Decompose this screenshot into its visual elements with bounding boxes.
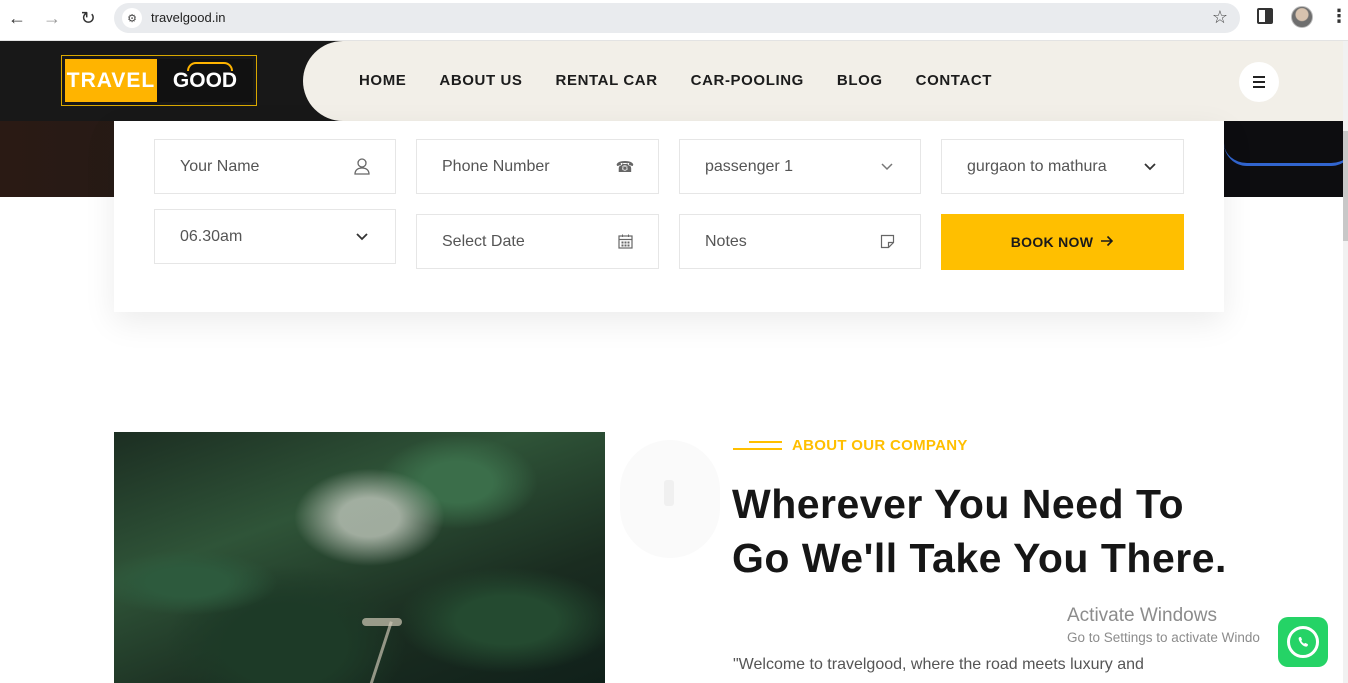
- about-intro: "Welcome to travelgood, where the road m…: [733, 656, 1144, 673]
- nav-rental-car[interactable]: RENTAL CAR: [556, 72, 658, 89]
- logo-inner: TRAVEL GOOD: [65, 59, 253, 102]
- back-arrow-icon[interactable]: ←: [5, 6, 29, 30]
- forest-photo: [114, 432, 605, 683]
- address-bar[interactable]: ⚙ travelgood.in ☆: [114, 3, 1240, 33]
- book-now-button[interactable]: BOOK NOW: [941, 214, 1184, 270]
- bookmark-star-icon[interactable]: ☆: [1212, 7, 1228, 28]
- site-info-icon[interactable]: ⚙: [122, 8, 142, 28]
- time-select[interactable]: 06.30am: [154, 209, 396, 264]
- logo-travel-text: TRAVEL: [65, 59, 157, 102]
- notes-placeholder: Notes: [705, 232, 747, 250]
- decorative-badge: [620, 440, 720, 558]
- activate-windows-watermark: Activate Windows Go to Settings to activ…: [1067, 605, 1260, 645]
- site-header: TRAVEL GOOD HOME ABOUT US RENTAL CAR CAR…: [0, 41, 1348, 121]
- passenger-value: passenger 1: [705, 157, 794, 175]
- user-icon: [353, 158, 371, 176]
- phone-placeholder: Phone Number: [442, 157, 550, 175]
- nav-car-pooling[interactable]: CAR-POOLING: [691, 72, 804, 89]
- lamp-post: [368, 621, 393, 683]
- name-placeholder: Your Name: [180, 157, 260, 175]
- nav-home[interactable]: HOME: [359, 72, 406, 89]
- car-outline-icon: [187, 62, 233, 71]
- date-placeholder: Select Date: [442, 232, 525, 250]
- nav-blog[interactable]: BLOG: [837, 72, 883, 89]
- page-scrollbar[interactable]: [1343, 41, 1348, 683]
- calendar-icon: [616, 233, 634, 251]
- main-nav: HOME ABOUT US RENTAL CAR CAR-POOLING BLO…: [359, 72, 992, 89]
- activate-title: Activate Windows: [1067, 605, 1217, 626]
- logo-good-text: GOOD: [157, 59, 253, 102]
- arrow-right-icon: [1101, 234, 1114, 250]
- phone-icon: ☎: [615, 158, 635, 176]
- profile-avatar[interactable]: [1291, 6, 1313, 28]
- time-value: 06.30am: [180, 227, 243, 245]
- logo-good-label: GOOD: [172, 68, 238, 92]
- notes-field[interactable]: Notes: [679, 214, 921, 269]
- name-field[interactable]: Your Name: [154, 139, 396, 194]
- passenger-select[interactable]: passenger 1: [679, 139, 921, 194]
- date-field[interactable]: Select Date: [416, 214, 659, 269]
- route-value: gurgaon to mathura: [967, 157, 1107, 175]
- chevron-down-icon: [353, 228, 371, 246]
- browser-menu-icon[interactable]: ⋮: [1330, 6, 1348, 27]
- site-logo[interactable]: TRAVEL GOOD: [61, 55, 257, 106]
- eyebrow-text: ABOUT OUR COMPANY: [792, 437, 968, 454]
- whatsapp-icon: [1287, 626, 1319, 658]
- nav-contact[interactable]: CONTACT: [916, 72, 992, 89]
- reload-icon[interactable]: ↻: [76, 6, 100, 30]
- note-icon: [878, 233, 896, 251]
- whatsapp-button[interactable]: [1278, 617, 1328, 667]
- side-panel-icon[interactable]: [1257, 8, 1273, 24]
- section-eyebrow: ABOUT OUR COMPANY: [733, 437, 968, 454]
- hamburger-menu-icon[interactable]: [1239, 62, 1279, 102]
- about-headline: Wherever You Need To Go We'll Take You T…: [732, 481, 1227, 581]
- nav-about-us[interactable]: ABOUT US: [439, 72, 522, 89]
- chevron-down-icon: [878, 158, 896, 176]
- eyebrow-lines-icon: [733, 441, 782, 450]
- chevron-down-icon: [1141, 158, 1159, 176]
- hero-car-image: [1224, 121, 1343, 197]
- lamp-head: [362, 618, 402, 626]
- activate-subtitle: Go to Settings to activate Windo: [1067, 630, 1260, 645]
- book-now-label: BOOK NOW: [1010, 234, 1094, 250]
- browser-toolbar: ← → ↻ ⚙ travelgood.in ☆ ⋮: [0, 0, 1348, 41]
- route-select[interactable]: gurgaon to mathura: [941, 139, 1184, 194]
- scrollbar-thumb[interactable]: [1343, 131, 1348, 241]
- forward-arrow-icon[interactable]: →: [40, 6, 64, 30]
- url-text[interactable]: travelgood.in: [151, 10, 225, 25]
- phone-field[interactable]: Phone Number ☎: [416, 139, 659, 194]
